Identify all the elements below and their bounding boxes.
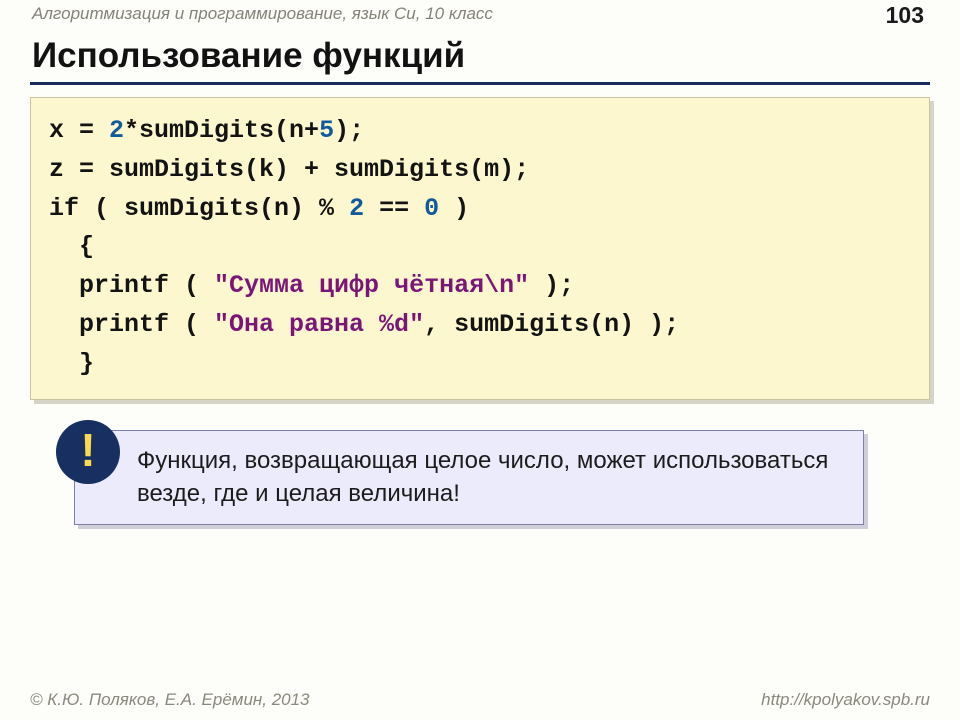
code-line-2: z = sumDigits(k) + sumDigits(m);	[49, 155, 529, 184]
header-strip: Алгоритмизация и программирование, язык …	[30, 0, 930, 28]
code-line-4: {	[49, 232, 94, 261]
exclamation-icon: !	[56, 420, 120, 484]
slide: Алгоритмизация и программирование, язык …	[0, 0, 960, 720]
code-line-1: x = 2*sumDigits(n+5);	[49, 116, 364, 145]
note-text: Функция, возвращающая целое число, может…	[74, 430, 864, 525]
code-line-7: }	[49, 349, 94, 378]
footer: © К.Ю. Поляков, Е.А. Ерёмин, 2013 http:/…	[30, 690, 930, 710]
breadcrumb: Алгоритмизация и программирование, язык …	[32, 4, 493, 23]
page-title: Использование функций	[30, 28, 930, 85]
footer-url: http://kpolyakov.spb.ru	[761, 690, 930, 710]
code-line-3: if ( sumDigits(n) % 2 == 0 )	[49, 194, 469, 223]
footer-copyright: © К.Ю. Поляков, Е.А. Ерёмин, 2013	[30, 690, 310, 710]
page-number: 103	[886, 2, 924, 29]
code-block: x = 2*sumDigits(n+5); z = sumDigits(k) +…	[30, 97, 930, 400]
code-line-6: printf ( "Она равна %d", sumDigits(n) );	[49, 310, 679, 339]
note-block: ! Функция, возвращающая целое число, мож…	[30, 430, 930, 525]
code-line-5: printf ( "Сумма цифр чётная\n" );	[49, 271, 574, 300]
